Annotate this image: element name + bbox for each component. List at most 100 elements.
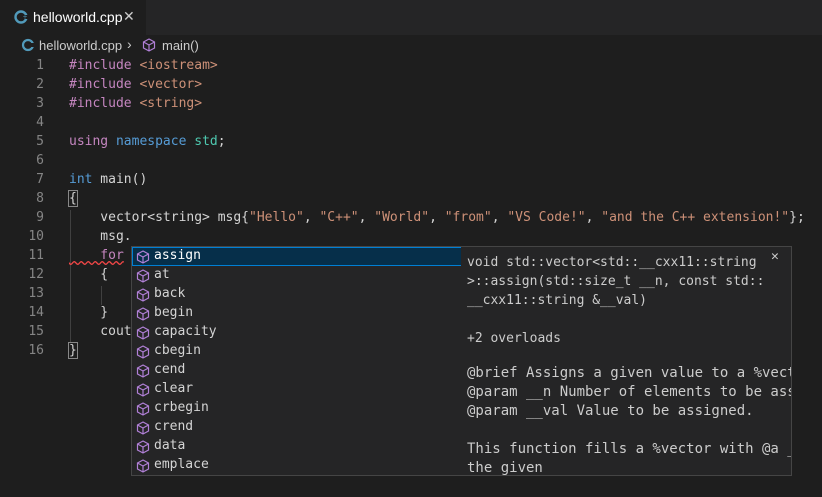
code-token: #include (69, 58, 132, 73)
overloads-text: +2 overloads (467, 331, 561, 346)
method-cube-icon (136, 459, 150, 473)
method-cube-icon (136, 307, 150, 321)
code-line: #include <iostream> (69, 58, 218, 73)
line-number: 4 (36, 115, 44, 130)
suggestion-item[interactable]: data (132, 437, 462, 456)
method-cube-icon (136, 440, 150, 454)
method-cube-icon (136, 402, 150, 416)
suggestion-label: at (154, 267, 170, 282)
line-number: 10 (28, 229, 44, 244)
cpp-file-icon: + (14, 10, 28, 24)
suggestion-item[interactable]: crbegin (132, 399, 462, 418)
line-number: 15 (28, 324, 44, 339)
code-token: , (585, 210, 602, 225)
code-line: #include <vector> (69, 77, 202, 92)
suggestion-item[interactable]: begin (132, 304, 462, 323)
code-token: } (68, 342, 78, 359)
suggestion-label: clear (154, 381, 194, 396)
code-line: int main() (69, 172, 147, 187)
code-line: } (68, 342, 78, 359)
method-cube-icon (136, 288, 150, 302)
suggestion-item[interactable]: assign (132, 247, 462, 266)
suggestion-label: data (154, 438, 186, 453)
doc-description: the given (467, 460, 543, 476)
method-cube-icon (136, 269, 150, 283)
breadcrumb-symbol[interactable]: main() (162, 38, 199, 53)
doc-brief: @brief Assigns a given value to a %vecto… (467, 365, 792, 381)
suggestion-label: crbegin (154, 400, 209, 415)
method-cube-icon (136, 364, 150, 378)
tab-bar: + helloworld.cpp ✕ (0, 0, 822, 35)
code-line: { (69, 267, 109, 282)
suggestion-item[interactable]: cend (132, 361, 462, 380)
indent-guide (101, 286, 102, 305)
code-token: "Hello" (249, 210, 304, 225)
suggestion-item[interactable]: at (132, 266, 462, 285)
suggestion-label: cend (154, 362, 186, 377)
code-line: for (69, 248, 124, 263)
suggestion-label: emplace (154, 457, 209, 472)
code-token: "from" (444, 210, 492, 225)
method-cube-icon (136, 421, 150, 435)
code-token: , (303, 210, 320, 225)
code-token: "VS Code!" (507, 210, 586, 225)
line-number: 2 (36, 77, 44, 92)
line-number: 11 (28, 248, 44, 263)
tab-helloworld[interactable]: + helloworld.cpp ✕ (0, 0, 146, 35)
doc-param: @param __n Number of elements to be assi… (467, 384, 791, 400)
code-token: vector<string> msg{ (69, 210, 250, 225)
method-cube-icon (136, 326, 150, 340)
code-line: msg. (69, 229, 132, 244)
code-line: } (69, 305, 109, 320)
code-line: #include <string> (69, 96, 202, 111)
suggestion-item[interactable]: capacity (132, 323, 462, 342)
suggestion-label: back (154, 286, 186, 301)
line-number: 1 (36, 58, 44, 73)
code-token: namespace (115, 134, 187, 149)
line-number: 3 (36, 96, 44, 111)
suggestion-label: capacity (154, 324, 217, 339)
suggestion-item[interactable]: clear (132, 380, 462, 399)
line-number: 9 (36, 210, 44, 225)
suggestion-label: assign (154, 248, 201, 263)
code-token: main() (92, 172, 148, 187)
doc-param: @param __val Value to be assigned. (467, 403, 754, 419)
suggestion-item[interactable]: cbegin (132, 342, 462, 361)
code-token: <vector> (131, 77, 203, 92)
tab-title: helloworld.cpp (33, 9, 123, 25)
line-number: 8 (36, 191, 44, 206)
suggestion-details: void std::vector<std::__cxx11::string >:… (461, 246, 792, 476)
suggestion-label: begin (154, 305, 194, 320)
code-token: , (358, 210, 375, 225)
chevron-right-icon: › (127, 36, 132, 52)
close-icon[interactable]: ✕ (123, 8, 135, 25)
code-token: msg. (69, 229, 132, 244)
line-number: 6 (36, 153, 44, 168)
method-cube-icon (136, 250, 150, 264)
code-token: "and the C++ extension!" (601, 210, 790, 225)
code-token: using (69, 134, 109, 149)
cpp-file-icon (21, 38, 35, 52)
code-token: { (68, 190, 78, 207)
code-token: }; (789, 210, 805, 225)
suggestion-item[interactable]: back (132, 285, 462, 304)
breadcrumb-file[interactable]: helloworld.cpp (39, 38, 122, 53)
suggestion-list[interactable]: assign at back begin capacity cbegin cend clear… (131, 246, 463, 476)
doc-description: This function fills a %vector with @a __… (467, 441, 791, 457)
code-token: #include (69, 96, 132, 111)
line-number: 14 (28, 305, 44, 320)
suggestion-label: cbegin (154, 343, 201, 358)
line-number: 5 (36, 134, 44, 149)
suggestion-item[interactable]: crend (132, 418, 462, 437)
suggestion-item[interactable]: emplace (132, 456, 462, 475)
method-cube-icon (136, 383, 150, 397)
close-icon[interactable]: ✕ (771, 249, 779, 264)
code-token: "C++" (319, 210, 359, 225)
code-token: ; (217, 134, 226, 149)
svg-text:+: + (23, 14, 28, 21)
code-line: using namespace std; (69, 134, 226, 149)
method-cube-icon (142, 38, 156, 52)
method-cube-icon (136, 345, 150, 359)
code-token: , (491, 210, 508, 225)
